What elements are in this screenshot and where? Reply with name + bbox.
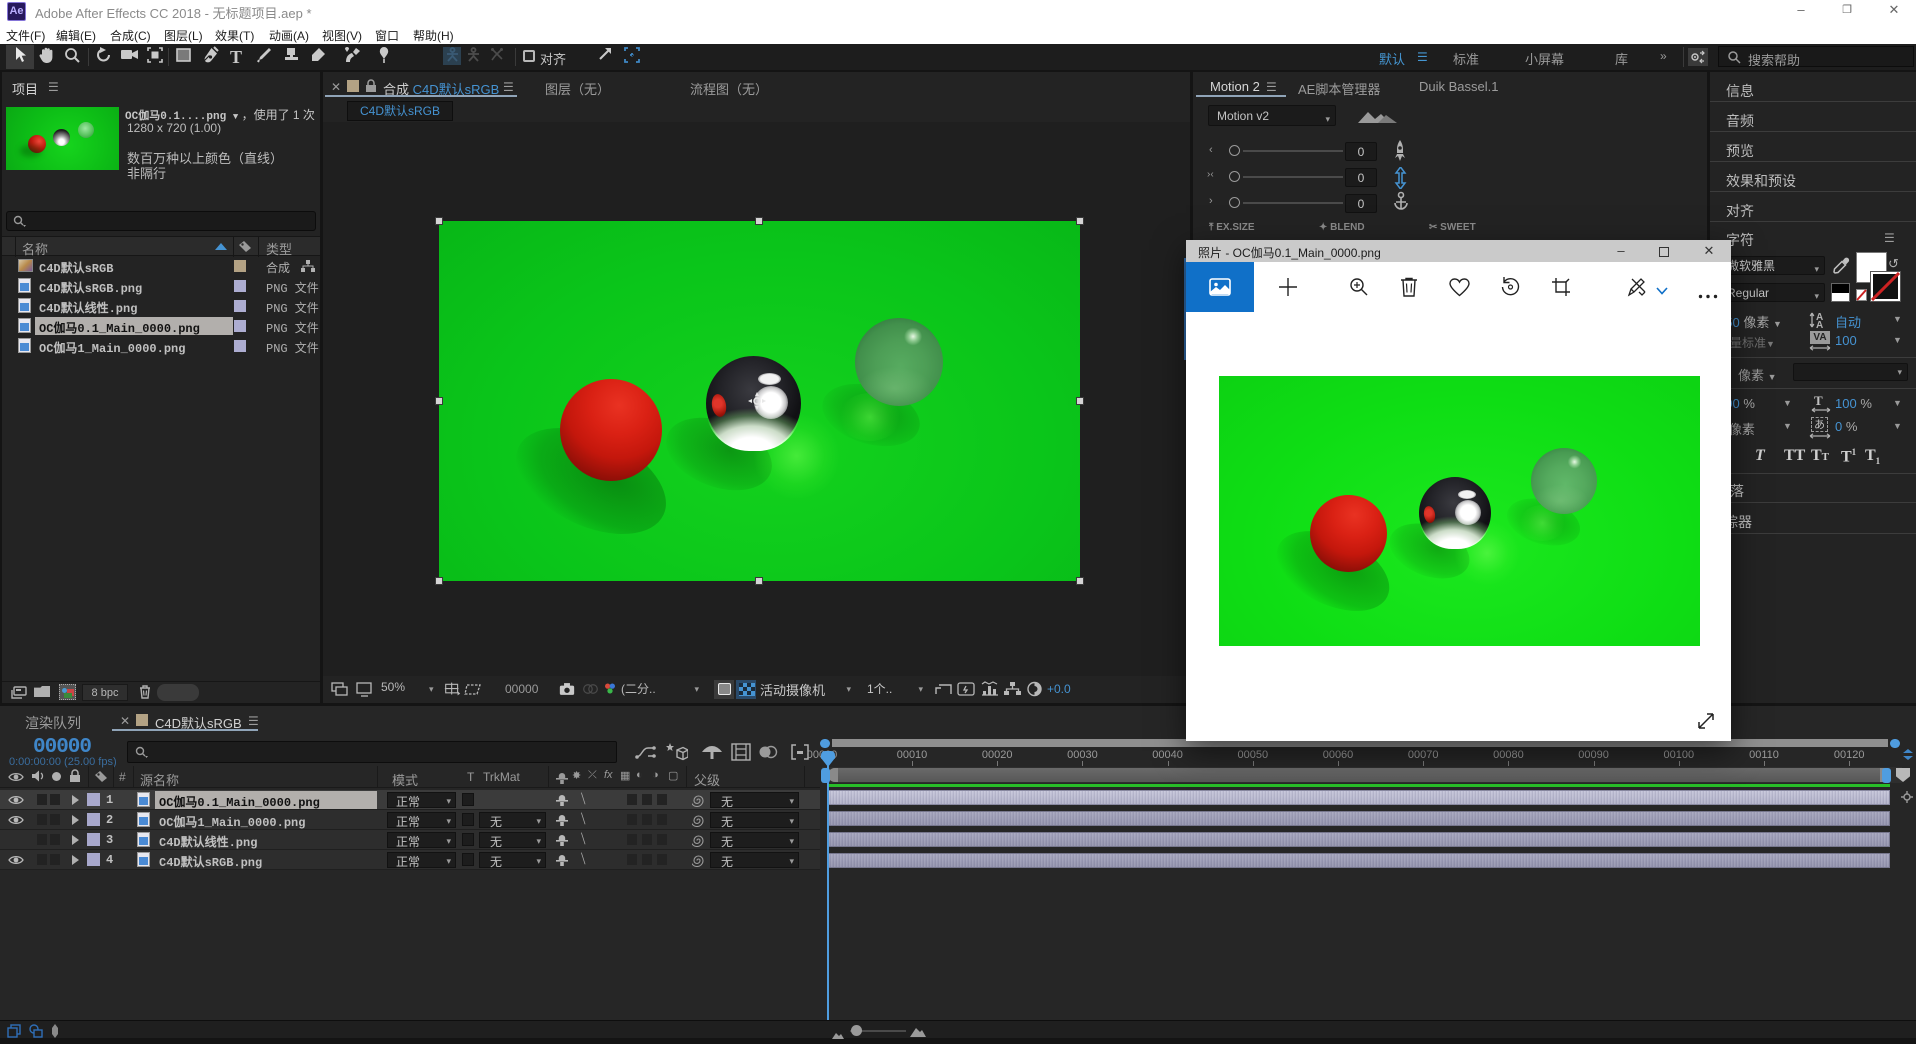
svg-text:A: A (1816, 320, 1823, 330)
svg-text:T: T (1814, 393, 1823, 408)
